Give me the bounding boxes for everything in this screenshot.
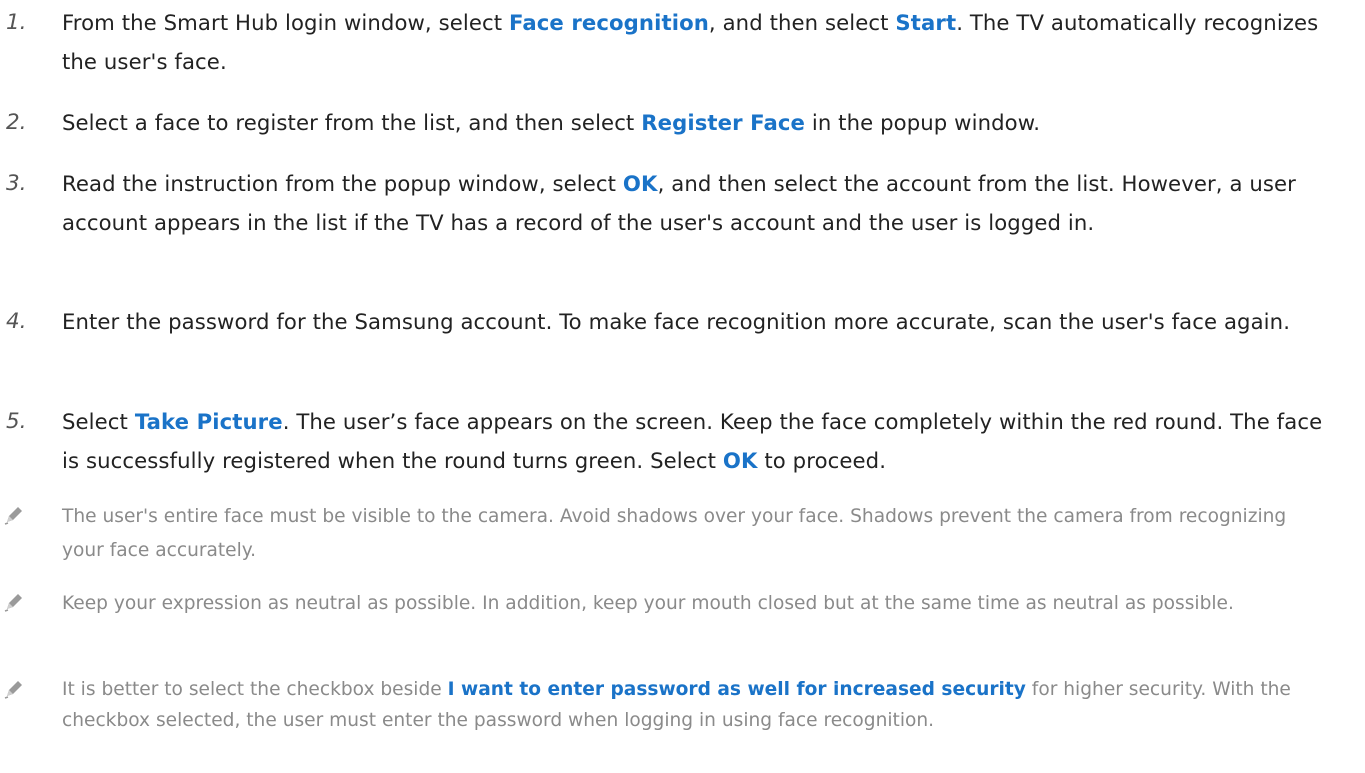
note-text: The user's entire face must be visible t… bbox=[62, 500, 1332, 568]
step-text: Select Take Picture. The user’s face app… bbox=[62, 402, 1340, 480]
note-text-segment: Keep your expression as neutral as possi… bbox=[62, 593, 1234, 614]
step-text-segment: Select bbox=[62, 409, 135, 434]
step-text-segment: Read the instruction from the popup wind… bbox=[62, 171, 623, 196]
note-text: Keep your expression as neutral as possi… bbox=[62, 587, 1332, 621]
note-text-segment: It is better to select the checkbox besi… bbox=[62, 679, 448, 700]
menu-term-face-recognition: Face recognition bbox=[509, 10, 709, 35]
step-number: 3. bbox=[6, 171, 27, 196]
step-text-segment: Enter the password for the Samsung accou… bbox=[62, 309, 1291, 334]
menu-term-ok: OK bbox=[622, 171, 658, 196]
step-number: 1. bbox=[6, 10, 27, 35]
step-text-segment: From the Smart Hub login window, select bbox=[62, 10, 509, 35]
menu-term-start: Start bbox=[895, 10, 957, 35]
step-text: Select a face to register from the list,… bbox=[62, 103, 1340, 142]
step-number: 2. bbox=[6, 110, 27, 135]
step-text: Read the instruction from the popup wind… bbox=[62, 164, 1340, 242]
checkbox-option-label: I want to enter password as well for inc… bbox=[447, 679, 1026, 700]
menu-term-ok: OK bbox=[722, 448, 758, 473]
step-text: Enter the password for the Samsung accou… bbox=[62, 302, 1340, 341]
note-text-segment: The user's entire face must be visible t… bbox=[62, 506, 1287, 561]
step-text-segment: , and then select bbox=[708, 10, 896, 35]
pencil-icon bbox=[4, 507, 22, 525]
step-text-segment: in the popup window. bbox=[805, 110, 1041, 135]
step-text: From the Smart Hub login window, select … bbox=[62, 3, 1340, 81]
step-number: 4. bbox=[6, 309, 27, 334]
pencil-icon bbox=[4, 594, 22, 612]
step-text-segment: Select a face to register from the list,… bbox=[62, 110, 642, 135]
menu-term-register-face: Register Face bbox=[641, 110, 805, 135]
step-number: 5. bbox=[6, 409, 27, 434]
step-text-segment: to proceed. bbox=[757, 448, 887, 473]
pencil-icon bbox=[4, 681, 22, 699]
menu-term-take-picture: Take Picture bbox=[134, 409, 283, 434]
note-text: It is better to select the checkbox besi… bbox=[62, 674, 1332, 736]
